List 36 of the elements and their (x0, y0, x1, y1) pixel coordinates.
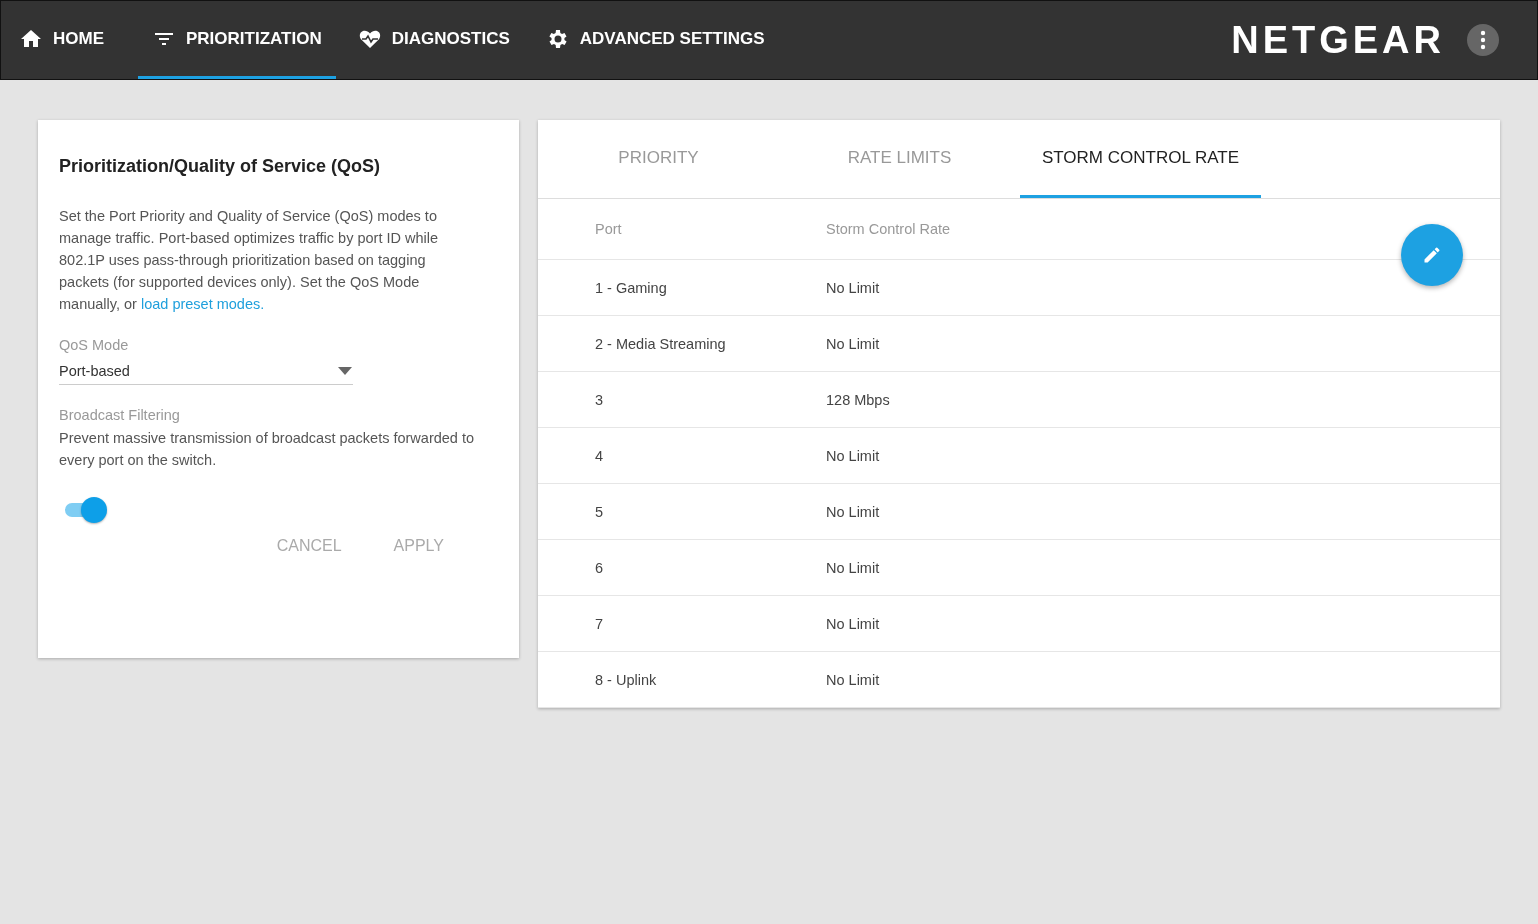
edit-button[interactable] (1401, 224, 1463, 286)
description-text: Set the Port Priority and Quality of Service (QoS) modes to manage traffic. Port-based optimizes traffic by port ID while 802.1P uses pass-through prioritization based on tagging packets (for supported devices only). Set the QoS Mode manually, or load preset modes. (59, 207, 440, 314)
table-cell: 128 Mbps (826, 391, 890, 408)
table-cell-text: 1 - Gaming (595, 279, 668, 296)
column-header: Storm Control Rate (826, 221, 951, 237)
nav-tab[interactable]: ADVANCED SETTINGS (543, 1, 779, 79)
field-label: QoS Mode (59, 337, 130, 353)
table-cell: No Limit (826, 671, 880, 688)
table-cell-text: 4 (595, 447, 605, 464)
table-cell: No Limit (826, 503, 880, 520)
qos-mode-dropdown[interactable]: Port-based (59, 357, 353, 385)
pencil-icon (1422, 245, 1442, 265)
brand-logo-text: NETGEAR (1231, 18, 1445, 62)
caret-icon (337, 365, 353, 376)
table-cell-text: 6 (595, 559, 605, 576)
table-cell: No Limit (826, 335, 880, 352)
nav-tab[interactable]: PRIORITIZATION (138, 1, 336, 79)
field-label: Broadcast Filtering (59, 407, 181, 423)
column-header: Port (595, 221, 623, 237)
table-cell: No Limit (826, 559, 880, 576)
table-cell-text: 7 (595, 615, 605, 632)
table-cell: No Limit (826, 279, 880, 296)
description-text: Prevent massive transmission of broadcast packets forwarded to every port on the switch. (59, 429, 476, 470)
table-cell-text: 8 - Uplink (595, 671, 658, 688)
more-options-button[interactable] (1467, 24, 1499, 56)
toggle-switch[interactable] (63, 497, 109, 523)
table-cell-text: 2 - Media Streaming (595, 335, 727, 352)
table-cell-text: 5 (595, 503, 605, 520)
table-cell: No Limit (826, 615, 880, 632)
more-vertical-icon (1480, 30, 1486, 50)
tab[interactable]: STORM CONTROL RATE (1020, 120, 1261, 198)
card-title: Prioritization/Quality of Service (QoS) (59, 156, 382, 177)
nav-tab[interactable]: HOME (17, 1, 118, 79)
table-cell: No Limit (826, 447, 880, 464)
nav-tab[interactable]: DIAGNOSTICS (355, 1, 524, 79)
table-cell-text: 3 (595, 391, 605, 408)
